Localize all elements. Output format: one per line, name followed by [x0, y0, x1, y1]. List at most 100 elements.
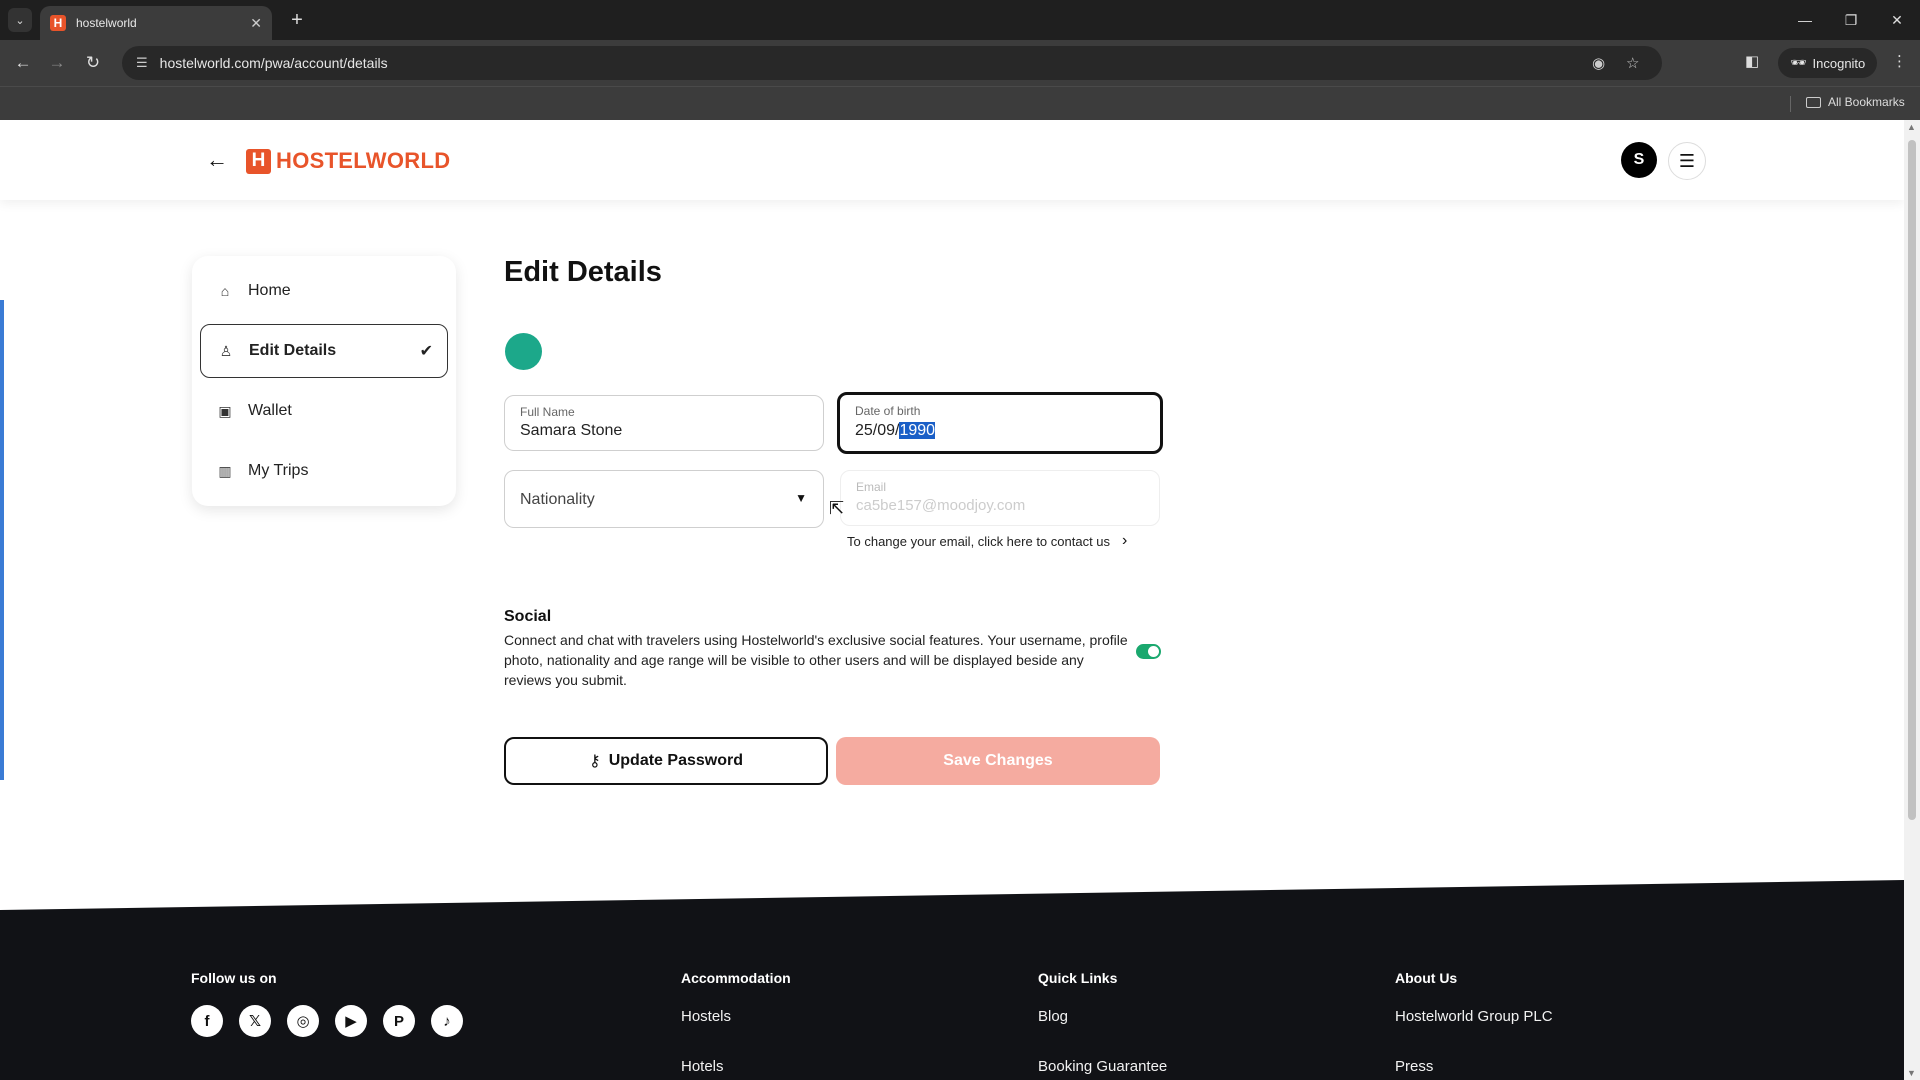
- x-icon[interactable]: 𝕏: [239, 1005, 271, 1037]
- all-bookmarks-button[interactable]: All Bookmarks: [1806, 95, 1905, 109]
- email-note-text: To change your email, click here to cont…: [847, 533, 1111, 549]
- all-bookmarks-label: All Bookmarks: [1828, 95, 1905, 109]
- footer-link[interactable]: Hostelworld Group PLC: [1395, 1008, 1553, 1025]
- tracking-protection-icon[interactable]: ◉: [1592, 54, 1605, 72]
- mouse-cursor-icon: ⇱: [829, 498, 845, 518]
- sidebar-item-my-trips[interactable]: ▥ My Trips: [200, 444, 448, 498]
- pinterest-icon[interactable]: P: [383, 1005, 415, 1037]
- bookmarks-bar: All Bookmarks: [0, 86, 1920, 120]
- incognito-icon: 🕶: [1790, 55, 1807, 70]
- sidebar-item-wallet[interactable]: ▣ Wallet: [200, 384, 448, 438]
- social-description: Connect and chat with travelers using Ho…: [504, 632, 1128, 688]
- home-icon: ⌂: [220, 283, 230, 299]
- window-close-icon[interactable]: ✕: [1882, 8, 1912, 32]
- user-icon: ♙: [219, 342, 233, 359]
- footer-link[interactable]: Hostels: [681, 1008, 791, 1025]
- scroll-up-icon[interactable]: ▲: [1907, 122, 1916, 132]
- chevron-right-icon: ›: [1122, 532, 1128, 549]
- email-value: ca5be157@moodjoy.com: [856, 497, 1026, 514]
- footer-column-accommodation: Accommodation Hostels Hotels: [681, 970, 791, 1080]
- folder-icon: [1806, 96, 1821, 108]
- footer-background: [0, 880, 1904, 1080]
- footer-column-title: Quick Links: [1038, 970, 1118, 986]
- page-back-arrow-icon[interactable]: ←: [203, 146, 231, 174]
- hostelworld-logo[interactable]: H HOSTELWORLD: [246, 148, 450, 174]
- map-icon: ▥: [218, 462, 232, 479]
- user-avatar[interactable]: S: [1621, 142, 1657, 178]
- sidebar-item-label: Edit Details: [249, 342, 337, 359]
- profile-photo-avatar[interactable]: [505, 333, 542, 370]
- instagram-icon[interactable]: ◎: [287, 1005, 319, 1037]
- update-password-label: Update Password: [608, 752, 743, 769]
- social-section-title: Social: [504, 608, 552, 625]
- sidebar-item-home[interactable]: ⌂ Home: [200, 264, 448, 318]
- social-toggle[interactable]: [1136, 644, 1161, 659]
- browser-tab[interactable]: H hostelworld ✕: [40, 6, 272, 40]
- update-password-button[interactable]: ⚷ Update Password: [504, 737, 828, 785]
- dob-selected-year: 1990: [899, 422, 936, 439]
- full-name-label: Full Name: [520, 405, 575, 419]
- full-name-field[interactable]: Full Name Samara Stone: [504, 395, 824, 451]
- dob-prefix: 25/09/: [855, 422, 900, 439]
- forward-icon[interactable]: →: [44, 50, 70, 76]
- footer-column-title: About Us: [1395, 970, 1458, 986]
- date-of-birth-value: 25/09/1990: [855, 422, 936, 440]
- url-text: hostelworld.com/pwa/account/details: [159, 55, 388, 71]
- facebook-icon[interactable]: f: [191, 1005, 223, 1037]
- tab-close-icon[interactable]: ✕: [250, 15, 262, 32]
- logo-text: HOSTELWORLD: [276, 148, 451, 173]
- back-icon[interactable]: ←: [10, 50, 36, 76]
- footer-link[interactable]: Hotels: [681, 1058, 791, 1075]
- hamburger-menu-icon[interactable]: ☰: [1668, 142, 1706, 180]
- scrollbar-thumb[interactable]: [1908, 140, 1916, 820]
- contact-us-link[interactable]: To change your email, click here to cont…: [847, 532, 1127, 550]
- footer-link[interactable]: Press: [1395, 1058, 1553, 1075]
- incognito-label: Incognito: [1812, 55, 1866, 71]
- sidebar-item-edit-details[interactable]: ♙ Edit Details ✔: [200, 324, 448, 378]
- footer-column-quick-links: Quick Links Blog Booking Guarantee: [1038, 970, 1167, 1080]
- site-header: ← H HOSTELWORLD S ☰: [0, 120, 1904, 200]
- email-label: Email: [856, 480, 887, 494]
- nationality-placeholder: Nationality: [520, 491, 595, 508]
- left-accent-bar: [0, 300, 4, 780]
- address-bar[interactable]: ☰ hostelworld.com/pwa/account/details ◉ …: [122, 46, 1662, 80]
- social-icons-row: f 𝕏 ◎ ▶ P ♪: [191, 1005, 463, 1037]
- new-tab-button[interactable]: +: [284, 8, 310, 32]
- page-title: Edit Details: [504, 256, 662, 288]
- sidebar-item-label: Wallet: [248, 402, 292, 419]
- restore-icon[interactable]: ❐: [1836, 8, 1866, 32]
- browser-tab-bar: ⌄ H hostelworld ✕ + — ❐ ✕: [0, 0, 1920, 40]
- date-of-birth-field[interactable]: Date of birth 25/09/1990: [837, 392, 1163, 454]
- sidebar-item-label: My Trips: [248, 462, 309, 479]
- caret-down-icon: ▼: [795, 491, 807, 505]
- nationality-select[interactable]: Nationality ▼: [504, 470, 824, 528]
- bookmarks-divider: [1790, 96, 1791, 112]
- footer-link[interactable]: Booking Guarantee: [1038, 1058, 1167, 1075]
- tab-search-button[interactable]: ⌄: [8, 8, 32, 32]
- wallet-icon: ▣: [218, 402, 232, 419]
- save-changes-button[interactable]: Save Changes: [836, 737, 1160, 785]
- full-name-value: Samara Stone: [520, 422, 623, 439]
- footer-column-about-us: About Us Hostelworld Group PLC Press: [1395, 970, 1553, 1080]
- side-panel-icon[interactable]: ◧: [1745, 52, 1759, 70]
- scroll-down-icon[interactable]: ▼: [1907, 1068, 1916, 1078]
- sidebar-item-label: Home: [248, 282, 291, 299]
- tiktok-icon[interactable]: ♪: [431, 1005, 463, 1037]
- save-changes-label: Save Changes: [943, 752, 1053, 769]
- footer-link[interactable]: Blog: [1038, 1008, 1167, 1025]
- email-field: Email ca5be157@moodjoy.com: [840, 470, 1160, 526]
- hostelworld-favicon-icon: H: [50, 15, 66, 31]
- reload-icon[interactable]: ↻: [80, 50, 106, 76]
- incognito-badge[interactable]: 🕶 Incognito: [1778, 48, 1878, 78]
- browser-toolbar: ← → ↻ ☰ hostelworld.com/pwa/account/deta…: [0, 40, 1920, 86]
- site-info-icon[interactable]: ☰: [136, 55, 148, 71]
- browser-menu-icon[interactable]: ⋮: [1892, 52, 1907, 70]
- date-of-birth-label: Date of birth: [855, 404, 921, 418]
- follow-us-title: Follow us on: [191, 970, 277, 986]
- minimize-icon[interactable]: —: [1790, 8, 1820, 32]
- youtube-icon[interactable]: ▶: [335, 1005, 367, 1037]
- toggle-knob: [1148, 646, 1159, 657]
- tab-title: hostelworld: [76, 16, 137, 30]
- page-scrollbar[interactable]: ▲ ▼: [1904, 120, 1920, 1080]
- bookmark-star-icon[interactable]: ☆: [1626, 54, 1639, 72]
